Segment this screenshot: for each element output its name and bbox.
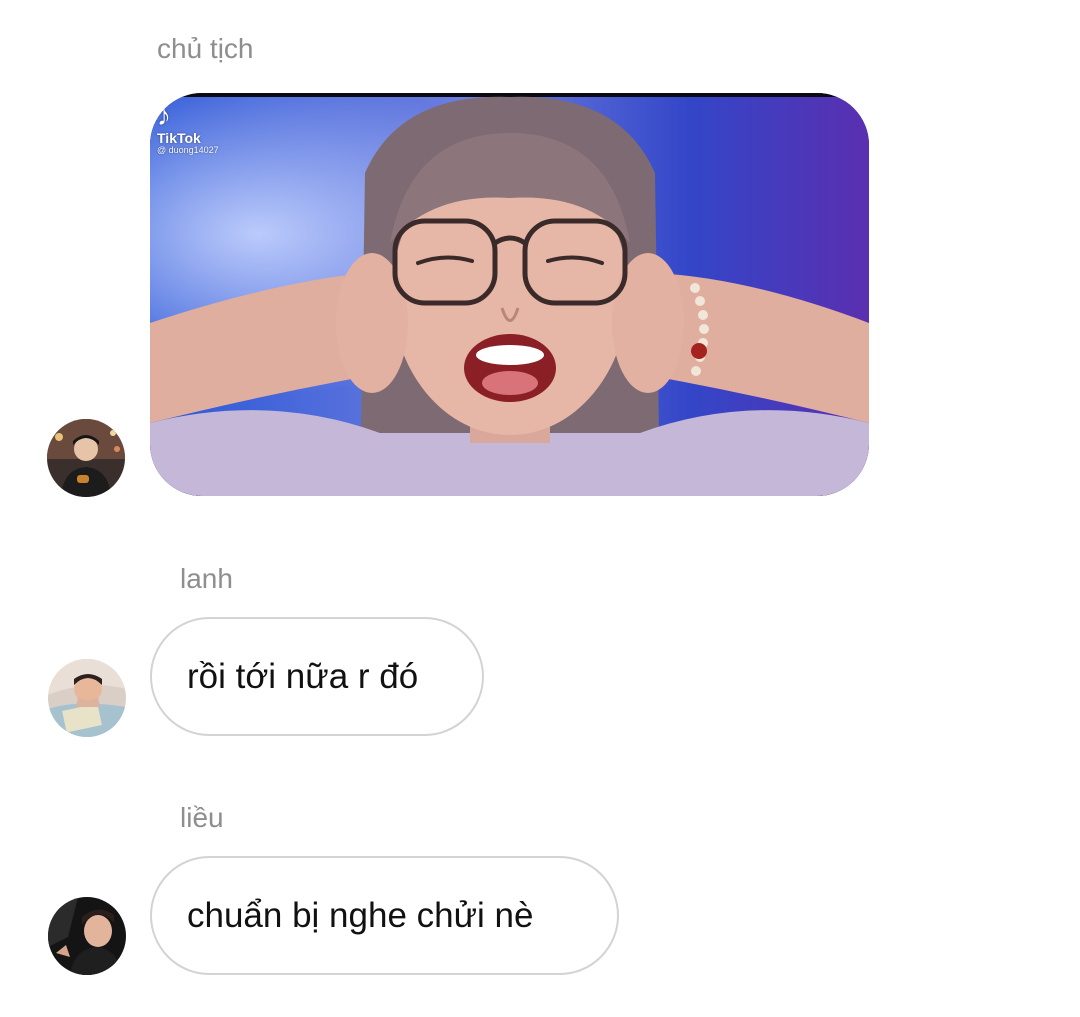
sender-name: lanh (180, 563, 233, 594)
sender-name: chủ tịch (157, 33, 254, 64)
avatar[interactable] (48, 897, 126, 975)
tiktok-logo-icon: ♪ (157, 100, 171, 131)
message-bubble[interactable]: chuẩn bị nghe chửi nè (150, 856, 619, 975)
video-thumbnail[interactable]: ♪ TikTok @ duong14027 (150, 93, 869, 496)
avatar-photo (47, 419, 125, 497)
sender-name: liều (180, 802, 224, 833)
avatar[interactable] (47, 419, 125, 497)
avatar-photo (48, 897, 126, 975)
tiktok-brand-label: TikTok (157, 130, 201, 146)
message-bubble[interactable]: rồi tới nữa r đó (150, 617, 484, 736)
avatar[interactable] (48, 659, 126, 737)
tiktok-handle: @ duong14027 (157, 145, 219, 155)
avatar-photo (48, 659, 126, 737)
message-text: chuẩn bị nghe chửi nè (187, 895, 534, 935)
tiktok-watermark: ♪ TikTok @ duong14027 (157, 100, 219, 156)
video-frame (150, 93, 869, 496)
chat-thread: chủ tịch ♪ TikTok @ duong14027 lanh rồi … (0, 0, 1080, 1017)
message-text: rồi tới nữa r đó (187, 656, 419, 696)
